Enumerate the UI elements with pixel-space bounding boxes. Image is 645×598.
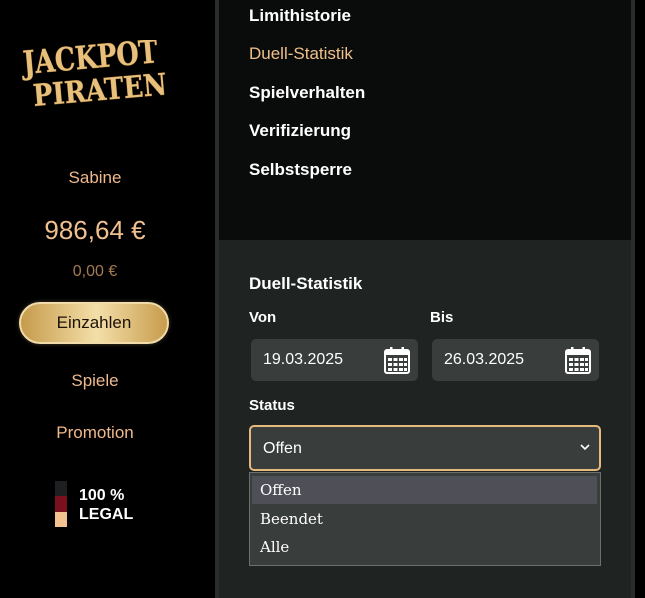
status-dropdown-list: Offen Beendet Alle	[249, 472, 601, 566]
menu-scrollbar[interactable]	[631, 0, 635, 240]
legal-badge-line2: LEGAL	[79, 506, 134, 523]
status-selected-value: Offen	[263, 440, 302, 457]
legal-badge: 100 % LEGAL	[79, 486, 133, 524]
status-label: Status	[249, 397, 295, 414]
calendar-icon[interactable]	[565, 346, 591, 374]
panel-scroll-track	[631, 240, 645, 598]
calendar-icon[interactable]	[384, 346, 410, 374]
from-date-input[interactable]: 19.03.2025	[251, 339, 418, 381]
menu-item-duell-statistik[interactable]: Duell-Statistik	[249, 44, 353, 64]
chevron-down-icon	[580, 444, 590, 451]
to-date-value: 26.03.2025	[444, 351, 525, 368]
jackpot-piraten-logo[interactable]: JACKPOT PIRATEN	[18, 40, 174, 116]
section-title: Duell-Statistik	[249, 274, 363, 293]
nav-games-link[interactable]: Spiele	[0, 371, 190, 391]
menu-item-verifizierung[interactable]: Verifizierung	[249, 121, 351, 141]
legal-badge-line1: 100 %	[79, 487, 125, 504]
menu-item-limithistorie[interactable]: Limithistorie	[249, 6, 351, 26]
status-option-offen[interactable]: Offen	[252, 476, 597, 504]
bonus-balance: 0,00 €	[72, 263, 118, 280]
from-label: Von	[249, 309, 277, 326]
nav-promotion-link[interactable]: Promotion	[0, 423, 190, 443]
status-option-alle[interactable]: Alle	[252, 533, 597, 561]
german-flag-icon	[55, 481, 67, 527]
to-label: Bis	[430, 309, 454, 326]
from-date-value: 19.03.2025	[263, 351, 344, 368]
status-select[interactable]: Offen	[249, 425, 601, 471]
menu-item-spielverhalten[interactable]: Spielverhalten	[249, 83, 365, 103]
account-balance: 986,64 €	[44, 215, 146, 245]
to-date-input[interactable]: 26.03.2025	[432, 339, 599, 381]
sidebar: JACKPOT PIRATEN Sabine 986,64 € 0,00 € E…	[0, 0, 215, 598]
account-menu-panel	[219, 0, 631, 240]
user-name: Sabine	[68, 168, 122, 187]
panel-scrollbar[interactable]	[631, 240, 635, 598]
menu-scroll-track	[631, 0, 645, 240]
deposit-button[interactable]: Einzahlen	[19, 302, 169, 344]
menu-item-selbstsperre[interactable]: Selbstsperre	[249, 160, 352, 180]
status-option-beendet[interactable]: Beendet	[252, 505, 597, 533]
